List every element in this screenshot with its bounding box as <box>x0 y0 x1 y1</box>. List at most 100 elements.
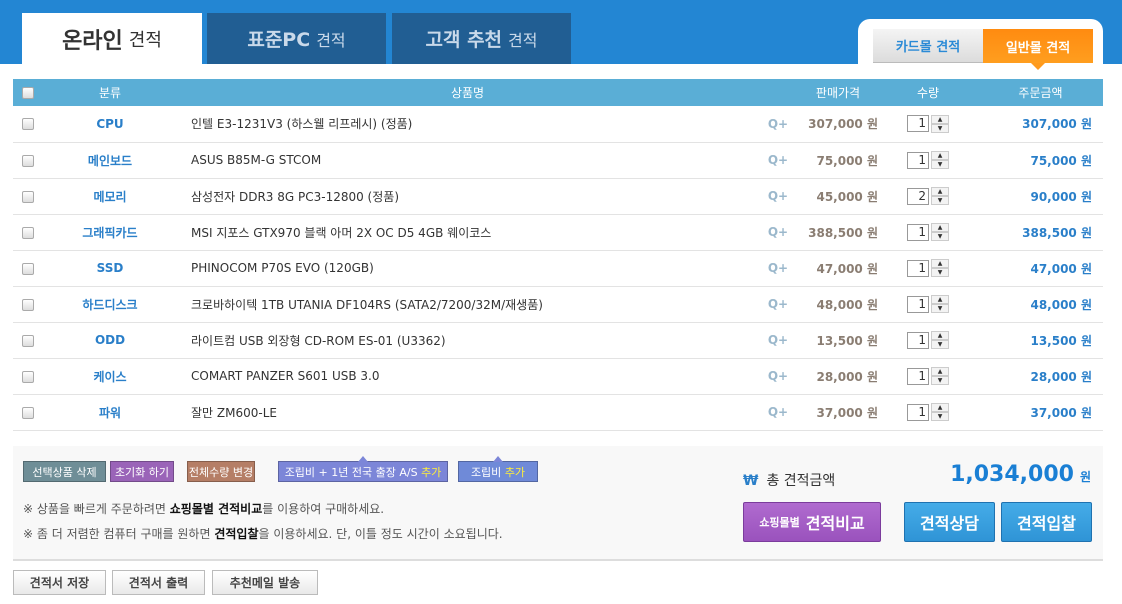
row-checkbox[interactable] <box>22 190 34 203</box>
product-name[interactable]: 크로바하이텍 1TB UTANIA DF104RS (SATA2/7200/32… <box>177 286 758 323</box>
general-mall-tab[interactable]: 일반몰 견적 <box>983 29 1093 70</box>
increment-icon[interactable]: ▲ <box>931 367 949 376</box>
decrement-icon[interactable]: ▼ <box>931 376 949 385</box>
total-amount: 1,034,000 원 <box>950 462 1091 487</box>
decrement-icon[interactable]: ▼ <box>931 232 949 241</box>
zoom-icon[interactable]: Q+ <box>758 250 798 287</box>
quantity-stepper[interactable]: 1 ▲ ▼ <box>907 367 949 385</box>
increment-icon[interactable]: ▲ <box>931 223 949 232</box>
increment-icon[interactable]: ▲ <box>931 259 949 268</box>
zoom-icon[interactable]: Q+ <box>758 142 798 179</box>
select-all-checkbox[interactable] <box>22 87 34 99</box>
quantity-stepper[interactable]: 1 ▲ ▼ <box>907 259 949 277</box>
row-checkbox[interactable] <box>22 118 34 131</box>
button-label: 조립비 <box>470 465 502 479</box>
product-name[interactable]: 잘만 ZM600-LE <box>177 394 758 431</box>
increment-icon[interactable]: ▲ <box>931 403 949 412</box>
print-estimate-button[interactable]: 견적서 출력 <box>112 570 205 595</box>
zoom-icon[interactable]: Q+ <box>758 286 798 323</box>
quantity-input[interactable]: 1 <box>907 115 929 133</box>
send-mail-button[interactable]: 추천메일 발송 <box>212 570 318 595</box>
decrement-icon[interactable]: ▼ <box>931 268 949 277</box>
quantity-input[interactable]: 1 <box>907 367 929 385</box>
product-name[interactable]: 라이트컴 USB 외장형 CD-ROM ES-01 (U3362) <box>177 322 758 359</box>
product-name[interactable]: PHINOCOM P70S EVO (120GB) <box>177 250 758 287</box>
add-assembly-as-button[interactable]: 조립비 + 1년 전국 출장 A/S 추가 <box>278 456 448 482</box>
order-amount: 307,000 원 <box>978 106 1103 143</box>
quantity-input[interactable]: 1 <box>907 223 929 241</box>
won-icon: ₩ <box>743 473 759 489</box>
quantity-input[interactable]: 2 <box>907 187 929 205</box>
card-mall-tab[interactable]: 카드몰 견적 <box>873 29 983 63</box>
row-checkbox[interactable] <box>22 226 34 239</box>
row-checkbox[interactable] <box>22 262 34 275</box>
zoom-icon[interactable]: Q+ <box>758 106 798 143</box>
quantity-stepper[interactable]: 1 ▲ ▼ <box>907 403 949 421</box>
row-checkbox[interactable] <box>22 334 34 347</box>
zoom-icon[interactable]: Q+ <box>758 322 798 359</box>
decrement-icon[interactable]: ▼ <box>931 412 949 421</box>
delete-selected-button[interactable]: 선택상품 삭제 <box>23 461 106 482</box>
header-amount: 주문금액 <box>978 79 1103 106</box>
add-label: 추가 <box>504 465 526 479</box>
add-assembly-button[interactable]: 조립비 추가 <box>458 456 538 482</box>
quantity-input[interactable]: 1 <box>907 331 929 349</box>
quantity-stepper[interactable]: 1 ▲ ▼ <box>907 295 949 313</box>
quantity-input[interactable]: 1 <box>907 151 929 169</box>
zoom-icon[interactable]: Q+ <box>758 358 798 395</box>
quantity-stepper[interactable]: 1 ▲ ▼ <box>907 223 949 241</box>
quantity-stepper[interactable]: 1 ▲ ▼ <box>907 331 949 349</box>
increment-icon[interactable]: ▲ <box>931 295 949 304</box>
table-row: 케이스 COMART PANZER S601 USB 3.0 Q+ 28,000… <box>13 358 1103 395</box>
tab-sublabel: 견적 <box>316 30 346 50</box>
change-all-qty-button[interactable]: 전체수량 변경 <box>187 461 255 482</box>
decrement-icon[interactable]: ▼ <box>931 160 949 169</box>
quantity-stepper[interactable]: 1 ▲ ▼ <box>907 114 949 133</box>
total-label: ₩ 총 견적금액 <box>743 473 836 489</box>
decrement-icon[interactable]: ▼ <box>931 196 949 205</box>
compare-by-mall-button[interactable]: 쇼핑몰별 견적비교 <box>743 502 881 542</box>
decrement-icon[interactable]: ▼ <box>931 340 949 349</box>
product-name[interactable]: 인텔 E3-1231V3 (하스웰 리프레시) (정품) <box>177 106 758 143</box>
increment-icon[interactable]: ▲ <box>931 331 949 340</box>
estimate-table: 분류 상품명 판매가격 수량 주문금액 CPU 인텔 E3-1231V3 (하스… <box>13 79 1103 431</box>
save-estimate-button[interactable]: 견적서 저장 <box>13 570 106 595</box>
zoom-icon[interactable]: Q+ <box>758 214 798 251</box>
quantity-stepper[interactable]: 1 ▲ ▼ <box>907 151 949 169</box>
tab-online-estimate[interactable]: 온라인 견적 <box>22 13 202 64</box>
category: ODD <box>43 322 177 359</box>
product-name[interactable]: 삼성전자 DDR3 8G PC3-12800 (정품) <box>177 178 758 215</box>
category: 그래픽카드 <box>43 214 177 251</box>
summary-panel: 선택상품 삭제 초기화 하기 전체수량 변경 조립비 + 1년 전국 출장 A/… <box>13 446 1103 561</box>
quantity-input[interactable]: 1 <box>907 259 929 277</box>
tab-standard-pc[interactable]: 표준PC 견적 <box>207 13 386 64</box>
tab-customer-recommend[interactable]: 고객 추천 견적 <box>392 13 571 64</box>
row-checkbox[interactable] <box>22 370 34 383</box>
consult-button[interactable]: 견적상담 <box>904 502 995 542</box>
category: 케이스 <box>43 358 177 395</box>
bid-button[interactable]: 견적입찰 <box>1001 502 1092 542</box>
category: SSD <box>43 250 177 287</box>
product-name[interactable]: MSI 지포스 GTX970 블랙 아머 2X OC D5 4GB 웨이코스 <box>177 214 758 251</box>
reset-button[interactable]: 초기화 하기 <box>110 461 174 482</box>
quantity-input[interactable]: 1 <box>907 403 929 421</box>
quantity-input[interactable]: 1 <box>907 295 929 313</box>
product-name[interactable]: COMART PANZER S601 USB 3.0 <box>177 358 758 395</box>
price: 307,000 원 <box>798 106 878 143</box>
price: 48,000 원 <box>798 286 878 323</box>
product-name[interactable]: ASUS B85M-G STCOM <box>177 142 758 179</box>
row-checkbox[interactable] <box>22 406 34 419</box>
row-checkbox[interactable] <box>22 154 34 167</box>
add-label: 추가 <box>421 465 442 479</box>
order-amount: 47,000 원 <box>978 250 1103 287</box>
table-row: 메모리 삼성전자 DDR3 8G PC3-12800 (정품) Q+ 45,00… <box>13 178 1103 215</box>
zoom-icon[interactable]: Q+ <box>758 394 798 431</box>
quantity-stepper[interactable]: 2 ▲ ▼ <box>907 187 949 205</box>
increment-icon[interactable]: ▲ <box>931 151 949 160</box>
increment-icon[interactable]: ▲ <box>931 114 949 124</box>
zoom-icon[interactable]: Q+ <box>758 178 798 215</box>
row-checkbox[interactable] <box>22 298 34 311</box>
decrement-icon[interactable]: ▼ <box>931 123 949 133</box>
increment-icon[interactable]: ▲ <box>931 187 949 196</box>
decrement-icon[interactable]: ▼ <box>931 304 949 313</box>
